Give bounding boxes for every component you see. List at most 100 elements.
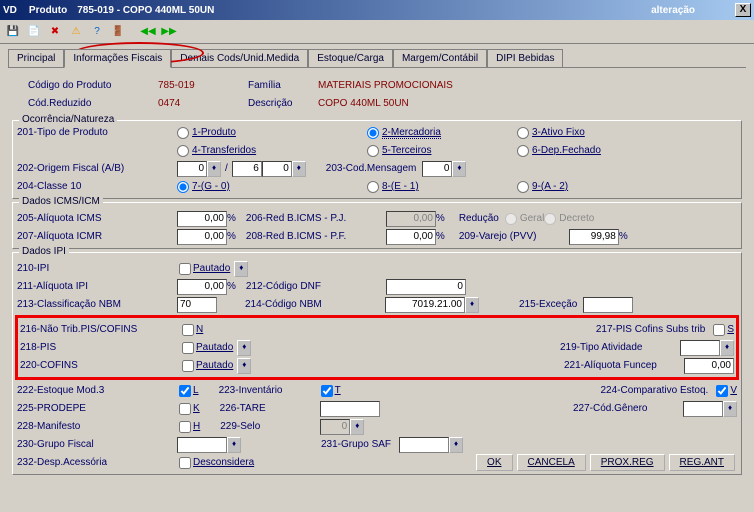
opt-ativo[interactable]: 3-Ativo Fixo (532, 127, 585, 138)
delete-icon[interactable]: ✖ (46, 23, 64, 41)
opt-terc[interactable]: 5-Terceiros (382, 145, 431, 156)
chk-224[interactable] (716, 385, 728, 397)
exit-icon[interactable]: 🚪 (109, 23, 127, 41)
inp-213[interactable] (177, 297, 217, 313)
prev-record-button[interactable]: REG.ANT (669, 454, 735, 471)
inp-215[interactable] (583, 297, 633, 313)
spin-202a[interactable]: ♦ (207, 161, 221, 177)
spin-227[interactable]: ♦ (723, 401, 737, 417)
lbl-222: 222-Estoque Mod.3 (17, 385, 177, 396)
chk-220[interactable] (182, 360, 194, 372)
lbl-224: 224-Comparativo Estoq. (600, 385, 708, 396)
close-button[interactable]: X (735, 3, 751, 17)
chk-218[interactable] (182, 342, 194, 354)
radio-dep[interactable] (517, 145, 529, 157)
radio-9[interactable] (517, 181, 529, 193)
inp-221[interactable] (684, 358, 734, 374)
inp-211[interactable] (177, 279, 227, 295)
opt-8[interactable]: 8-(E - 1) (382, 181, 419, 192)
chk-210[interactable] (179, 263, 191, 275)
doc-icon[interactable]: 📄 (25, 23, 43, 41)
warning-icon[interactable]: ⚠ (67, 23, 85, 41)
inp-205[interactable] (177, 211, 227, 227)
inp-202b[interactable] (232, 161, 262, 177)
cancel-button[interactable]: CANCELA (517, 454, 586, 471)
spin-219[interactable]: ♦ (720, 340, 734, 356)
next-record-button[interactable]: PROX.REG (590, 454, 665, 471)
opt-mercadoria[interactable]: 2-Mercadoria (382, 127, 441, 139)
lbl-familia: Família (248, 80, 318, 91)
inp-207[interactable] (177, 229, 227, 245)
opt-dep[interactable]: 6-Dep.Fechado (532, 145, 601, 156)
spin-218[interactable]: ♦ (237, 340, 251, 356)
chk-217[interactable] (713, 324, 725, 336)
opt-7[interactable]: 7-(G - 0) (192, 181, 230, 192)
help-icon[interactable]: ? (88, 23, 106, 41)
inp-203[interactable] (422, 161, 452, 177)
tab-dipi[interactable]: DIPI Bebidas (487, 49, 563, 67)
radio-8[interactable] (367, 181, 379, 193)
radio-transf[interactable] (177, 145, 189, 157)
spin-210[interactable]: ♦ (234, 261, 248, 277)
prev-icon[interactable]: ◀◀ (139, 23, 157, 41)
lbl-pautado-210[interactable]: Pautado (193, 263, 230, 274)
chk-223[interactable] (321, 385, 333, 397)
lbl-pautado-220[interactable]: Pautado (196, 360, 233, 371)
inp-219[interactable] (680, 340, 720, 356)
inp-214[interactable] (385, 297, 465, 313)
opt-transf[interactable]: 4-Transferidos (192, 145, 256, 156)
opt-9[interactable]: 9-(A - 2) (532, 181, 568, 192)
chk-232[interactable] (179, 457, 191, 469)
tab-fiscais[interactable]: Informações Fiscais (64, 49, 171, 68)
inp-212[interactable] (386, 279, 466, 295)
lbl-t[interactable]: T (335, 385, 341, 396)
radio-ativo[interactable] (517, 127, 529, 139)
inp-202c[interactable] (262, 161, 292, 177)
lbl-206: 206-Red B.ICMS - P.J. (246, 213, 386, 224)
lbl-202: 202-Origem Fiscal (A/B) (17, 163, 177, 174)
inp-227[interactable] (683, 401, 723, 417)
spin-229[interactable]: ♦ (350, 419, 364, 435)
save-icon[interactable]: 💾 (4, 23, 22, 41)
inp-231[interactable] (399, 437, 449, 453)
spin-203[interactable]: ♦ (452, 161, 466, 177)
spin-202c[interactable]: ♦ (292, 161, 306, 177)
toolbar: 💾 📄 ✖ ⚠ ? 🚪 ◀◀ ▶▶ (0, 20, 754, 44)
radio-terc[interactable] (367, 145, 379, 157)
spin-231[interactable]: ♦ (449, 437, 463, 453)
lbl-211: 211-Alíquota IPI (17, 281, 177, 292)
lbl-desconsidera[interactable]: Desconsidera (193, 457, 254, 468)
lbl-k[interactable]: K (193, 403, 200, 414)
chk-225[interactable] (179, 403, 191, 415)
title-mode: alteração (651, 5, 695, 16)
lbl-s[interactable]: S (727, 324, 734, 335)
lbl-pautado-218[interactable]: Pautado (196, 342, 233, 353)
ok-button[interactable]: OK (476, 454, 512, 471)
spin-230[interactable]: ♦ (227, 437, 241, 453)
inp-208[interactable] (386, 229, 436, 245)
inp-226[interactable] (320, 401, 380, 417)
opt-produto[interactable]: 1-Produto (192, 127, 236, 138)
tab-cods[interactable]: Demais Cods/Unid.Medida (171, 49, 308, 67)
lbl-v[interactable]: V (730, 385, 737, 396)
lbl-n[interactable]: N (196, 324, 203, 335)
inp-202a[interactable] (177, 161, 207, 177)
radio-mercadoria[interactable] (367, 127, 379, 139)
chk-216[interactable] (182, 324, 194, 336)
inp-230[interactable] (177, 437, 227, 453)
lbl-h[interactable]: H (193, 421, 200, 432)
tab-estoque[interactable]: Estoque/Carga (308, 49, 393, 67)
radio-produto[interactable] (177, 127, 189, 139)
chk-228[interactable] (179, 421, 191, 433)
lbl-l[interactable]: L (193, 385, 199, 396)
tab-margem[interactable]: Margem/Contábil (393, 49, 487, 67)
tab-principal[interactable]: Principal (8, 49, 64, 67)
radio-7[interactable] (177, 181, 189, 193)
spin-214[interactable]: ♦ (465, 297, 479, 313)
next-icon[interactable]: ▶▶ (160, 23, 178, 41)
inp-209[interactable] (569, 229, 619, 245)
spin-220[interactable]: ♦ (237, 358, 251, 374)
lbl-227: 227-Cód.Gênero (573, 403, 683, 414)
chk-222[interactable] (179, 385, 191, 397)
lbl-231: 231-Grupo SAF (321, 439, 391, 450)
